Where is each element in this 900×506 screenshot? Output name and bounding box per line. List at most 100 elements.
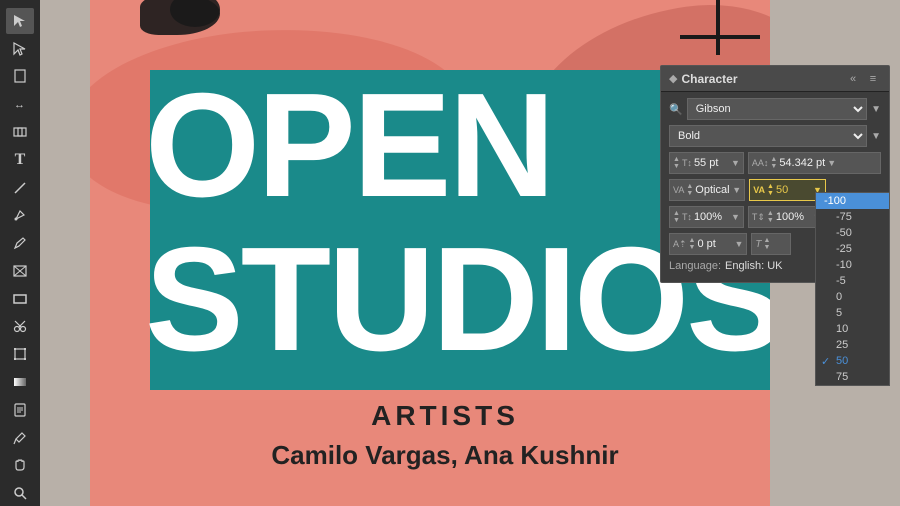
main-text-open: OPEN: [145, 72, 552, 220]
kerning-value-arrows[interactable]: ▲ ▼: [767, 183, 774, 197]
panel-controls: « ≡: [845, 71, 881, 87]
vertical-scale-down[interactable]: ▼: [767, 217, 774, 224]
gap-tool[interactable]: ↔: [6, 91, 34, 117]
font-size-arrows[interactable]: ▲ ▼: [673, 156, 680, 170]
rectangle-tool[interactable]: [6, 286, 34, 312]
language-value: English: UK: [725, 260, 782, 272]
kerning-option-0[interactable]: 0: [816, 289, 889, 305]
baseline-down[interactable]: ▼: [689, 244, 696, 251]
direct-selection-tool[interactable]: [6, 36, 34, 62]
kerning-option-10[interactable]: 10: [816, 321, 889, 337]
italic-down[interactable]: ▼: [764, 244, 771, 251]
tracking-down[interactable]: ▼: [673, 217, 680, 224]
hand-tool[interactable]: [6, 453, 34, 479]
tracking-icon: T↕: [682, 212, 692, 222]
kerning-icon: VA: [673, 185, 684, 195]
kerning-option-25[interactable]: 25: [816, 337, 889, 353]
tracking-value: 100%: [694, 211, 729, 223]
kerning-option-75[interactable]: 75: [816, 369, 889, 385]
font-size-field: ▲ ▼ T↕ 55 pt ▼: [669, 152, 744, 174]
kerning-type-arrows[interactable]: ▲ ▼: [686, 183, 693, 197]
panel-title: Character: [681, 72, 737, 86]
language-label: Language:: [669, 260, 721, 272]
scissors-tool[interactable]: [6, 314, 34, 340]
kerning-value: 50: [776, 184, 811, 196]
free-transform-tool[interactable]: [6, 341, 34, 367]
deco-line-horizontal: [680, 35, 760, 39]
italic-up[interactable]: ▲: [764, 237, 771, 244]
font-size-value: 55 pt: [694, 157, 729, 169]
selection-tool[interactable]: [6, 8, 34, 34]
line-tool[interactable]: [6, 175, 34, 201]
kerning-type-up[interactable]: ▲: [686, 183, 693, 190]
font-family-row: 🔍 Gibson ▼: [669, 98, 881, 120]
kerning-type-field: VA ▲ ▼ Optical ▼: [669, 179, 745, 201]
vertical-scale-value: 100%: [776, 211, 811, 223]
tracking-up[interactable]: ▲: [673, 210, 680, 217]
font-size-up[interactable]: ▲: [673, 156, 680, 163]
leading-field: AA↕ ▲ ▼ 54.342 pt ▼: [748, 152, 881, 174]
baseline-dropdown[interactable]: ▼: [734, 239, 743, 249]
kerning-option--50[interactable]: -50: [816, 225, 889, 241]
tracking-dropdown[interactable]: ▼: [731, 212, 740, 222]
panel-collapse-icon[interactable]: ◆: [669, 72, 677, 85]
note-tool[interactable]: [6, 397, 34, 423]
leading-down[interactable]: ▼: [770, 163, 777, 170]
panel-menu-button[interactable]: ≡: [865, 71, 881, 87]
kerning-option--75[interactable]: -75: [816, 209, 889, 225]
font-family-select[interactable]: Gibson: [687, 98, 867, 120]
svg-text:↔: ↔: [14, 99, 25, 111]
font-family-dropdown-arrow[interactable]: ▼: [871, 104, 881, 115]
eyedropper-tool[interactable]: [6, 425, 34, 451]
tracking-arrows[interactable]: ▲ ▼: [673, 210, 680, 224]
italic-icon: T: [755, 239, 761, 250]
panel-header: ◆ Character « ≡: [661, 66, 889, 92]
kerning-option-5[interactable]: 5: [816, 305, 889, 321]
sub-text-artists: ARTISTS: [145, 400, 745, 432]
kerning-option--5[interactable]: -5: [816, 273, 889, 289]
kerning-option-50[interactable]: 50: [816, 353, 889, 369]
deco-line-vertical: [716, 0, 720, 55]
font-style-row: Bold ▼: [669, 125, 881, 147]
kerning-value-up[interactable]: ▲: [767, 183, 774, 190]
kerning-value-down[interactable]: ▼: [767, 190, 774, 197]
zoom-tool[interactable]: [6, 480, 34, 506]
gradient-swatch-tool[interactable]: [6, 369, 34, 395]
leading-arrows[interactable]: ▲ ▼: [770, 156, 777, 170]
leading-dropdown[interactable]: ▼: [827, 158, 836, 168]
leading-icon: AA↕: [752, 158, 769, 168]
font-style-select[interactable]: Bold: [669, 125, 867, 147]
font-size-icon: T↕: [682, 158, 692, 168]
kerning-dropdown[interactable]: -100 -75 -50 -25 -10 -5 0 5 10 25 50 75: [815, 192, 890, 386]
names-text: Camilo Vargas, Ana Kushnir: [145, 440, 745, 471]
type-tool[interactable]: T: [6, 147, 34, 173]
kerning-type-down[interactable]: ▼: [686, 190, 693, 197]
pencil-tool[interactable]: [6, 230, 34, 256]
rectangle-frame-tool[interactable]: [6, 258, 34, 284]
baseline-up[interactable]: ▲: [689, 237, 696, 244]
kerning-value-icon: VA: [753, 185, 765, 195]
kerning-option--100[interactable]: -100: [816, 193, 889, 209]
baseline-arrows[interactable]: ▲ ▼: [689, 237, 696, 251]
kerning-option--25[interactable]: -25: [816, 241, 889, 257]
tracking-field: ▲ ▼ T↕ 100% ▼: [669, 206, 744, 228]
leading-up[interactable]: ▲: [770, 156, 777, 163]
page-tool[interactable]: [6, 64, 34, 90]
baseline-icon: A⇡: [673, 239, 687, 250]
search-icon: 🔍: [669, 103, 683, 116]
vertical-scale-icon: T⇕: [752, 212, 765, 223]
kerning-option--10[interactable]: -10: [816, 257, 889, 273]
vertical-scale-up[interactable]: ▲: [767, 210, 774, 217]
kerning-type-value: Optical: [695, 184, 730, 196]
panel-collapse-button[interactable]: «: [845, 71, 861, 87]
vertical-scale-arrows[interactable]: ▲ ▼: [767, 210, 774, 224]
font-style-dropdown-arrow[interactable]: ▼: [871, 131, 881, 142]
baseline-field: A⇡ ▲ ▼ 0 pt ▼: [669, 233, 747, 255]
content-collector-tool[interactable]: [6, 119, 34, 145]
kerning-type-dropdown[interactable]: ▼: [732, 185, 741, 195]
pen-tool[interactable]: [6, 202, 34, 228]
font-size-dropdown[interactable]: ▼: [731, 158, 740, 168]
panel-title-row: ◆ Character: [669, 72, 738, 86]
font-size-down[interactable]: ▼: [673, 163, 680, 170]
italic-arrows[interactable]: ▲ ▼: [764, 237, 771, 251]
